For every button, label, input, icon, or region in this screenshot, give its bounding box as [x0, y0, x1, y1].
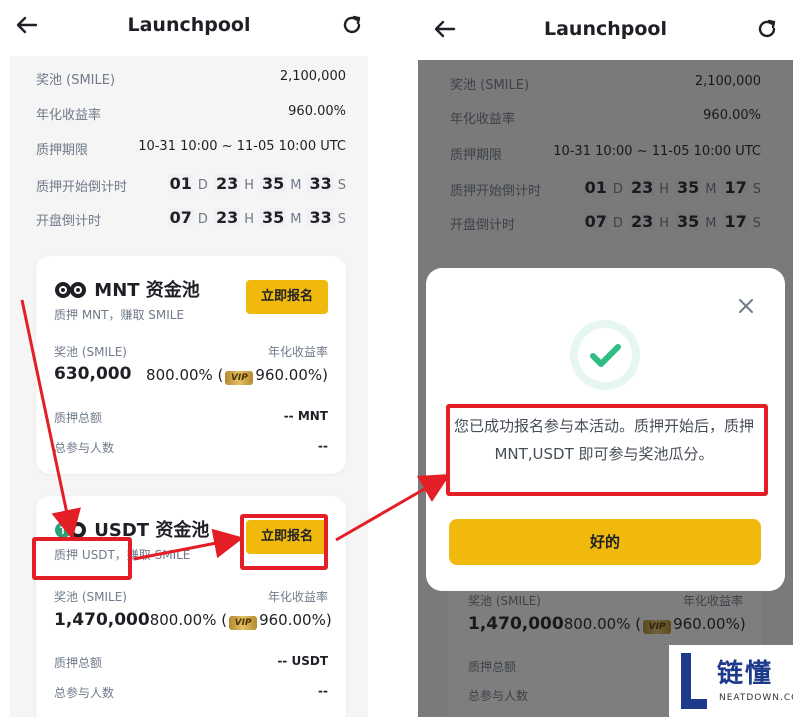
watermark-domain: NEATDOWN.COM [719, 693, 793, 703]
site-watermark: 链懂 NEATDOWN.COM [669, 645, 793, 717]
arrow-to-usdt-subtitle [20, 299, 81, 540]
arrow-to-dialog-message [335, 474, 451, 542]
neatdown-logo-icon [681, 653, 707, 709]
annotation-arrows [20, 299, 451, 561]
arrow-to-join-button [133, 528, 244, 561]
watermark-text: 链懂 [717, 659, 774, 689]
